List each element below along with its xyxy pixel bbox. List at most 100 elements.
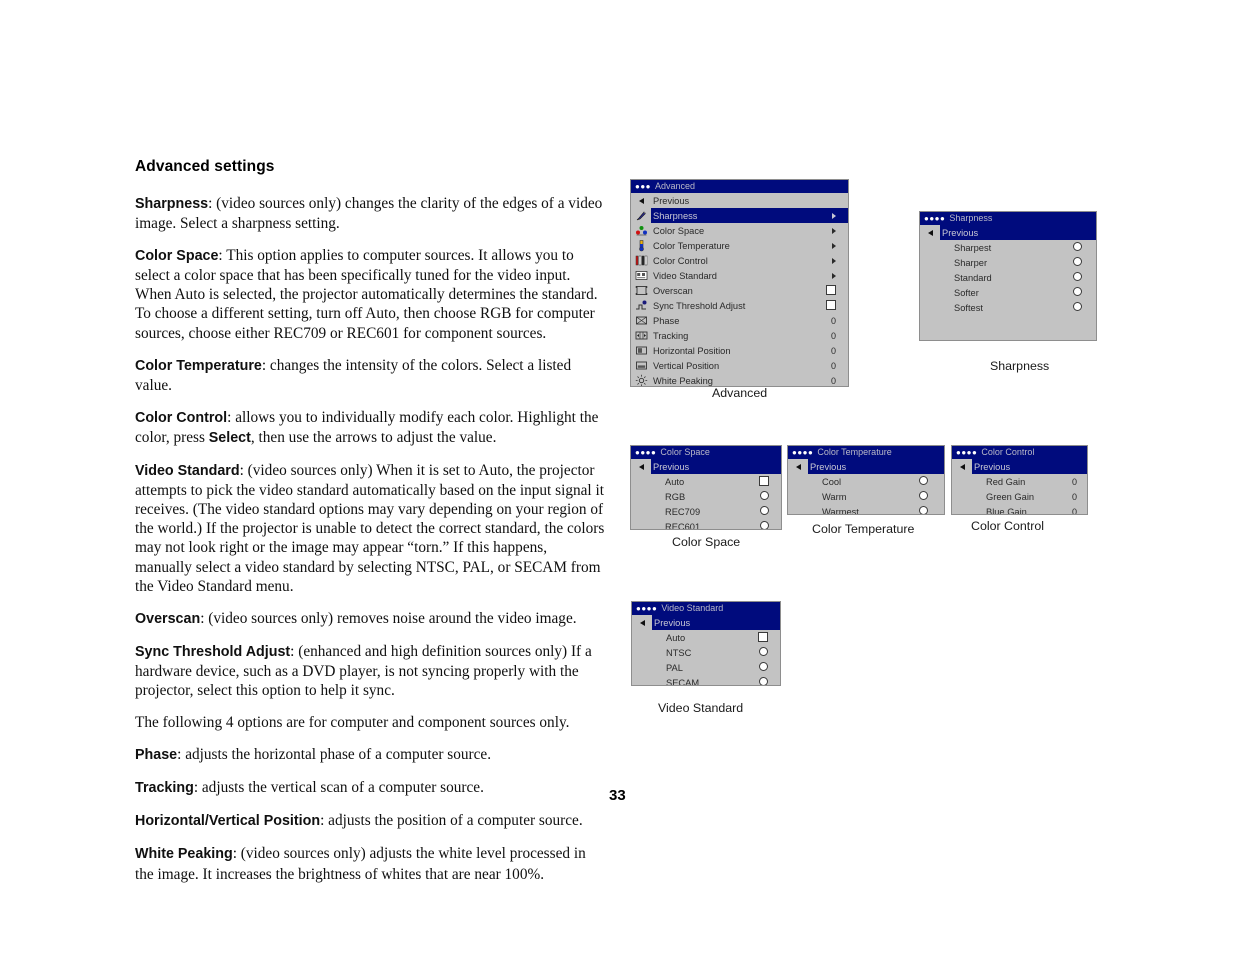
menu-item-auto[interactable]: Auto [631, 474, 781, 489]
radio-button[interactable] [1073, 287, 1082, 296]
menu-item-cool[interactable]: Cool [788, 474, 944, 489]
menu-item-phase[interactable]: Phase 0 [631, 313, 848, 328]
term: Sharpness [135, 196, 209, 212]
menu-item-standard[interactable]: Standard [920, 270, 1096, 285]
checkbox[interactable] [826, 299, 836, 310]
submenu-arrow-icon [832, 227, 836, 234]
paragraph: White Peaking: (video sources only) adju… [135, 845, 586, 883]
icon-spacer [631, 504, 651, 519]
osd-menu-advanced[interactable]: ●●● Advanced Previous Sharpness Color Spa… [630, 179, 849, 387]
menu-item-control [832, 271, 848, 281]
value-text: 0 [830, 330, 836, 341]
radio-button[interactable] [919, 506, 928, 514]
previous-arrow-icon [920, 225, 940, 240]
value-text: 0 [830, 360, 836, 371]
color-control-icon [631, 253, 651, 268]
term: Select [208, 429, 251, 446]
submenu-arrow-icon [832, 212, 836, 219]
paragraph: Video Standard: (video sources only) Whe… [135, 462, 605, 595]
menu-item-control [1073, 242, 1096, 253]
menu-item-warm[interactable]: Warm [788, 489, 944, 504]
radio-button[interactable] [760, 491, 769, 500]
menu-item-sharper[interactable]: Sharper [920, 255, 1096, 270]
previous-arrow-icon [788, 459, 808, 474]
paragraph: Overscan: (video sources only) removes n… [135, 609, 577, 627]
radio-button[interactable] [760, 521, 769, 529]
menu-item-blue-gain[interactable]: Blue Gain 0 [952, 504, 1087, 515]
menu-item-overscan[interactable]: Overscan [631, 283, 848, 298]
menu-item-sharpness[interactable]: Sharpness [631, 208, 848, 223]
value-text: 0 [1071, 476, 1077, 487]
radio-button[interactable] [1073, 257, 1082, 266]
icon-spacer [952, 504, 972, 514]
radio-button[interactable] [1073, 242, 1082, 251]
menu-item-horizontal-position[interactable]: Horizontal Position 0 [631, 343, 848, 358]
menu-item-label: Cool [822, 476, 842, 487]
radio-button[interactable] [1073, 302, 1082, 311]
menu-item-pal[interactable]: PAL [632, 660, 780, 675]
radio-button[interactable] [759, 677, 768, 685]
checkbox[interactable] [758, 631, 768, 642]
menu-item-color-control[interactable]: Color Control [631, 253, 848, 268]
menu-item-softest[interactable]: Softest [920, 300, 1096, 315]
menu-item-warmest[interactable]: Warmest [788, 504, 944, 514]
osd-menu-video-standard[interactable]: ●●●● Video Standard Previous Auto NTSC PAL… [631, 601, 781, 686]
osd-menu-sharpness[interactable]: ●●●● Sharpness Previous Sharpest Sharper S… [919, 211, 1097, 341]
menu-item-color-temperature[interactable]: Color Temperature [631, 238, 848, 253]
menu-item-control [1073, 272, 1096, 283]
menu-item-vertical-position[interactable]: Vertical Position 0 [631, 358, 848, 373]
video-standard-icon [631, 268, 651, 283]
menu-item-video-standard[interactable]: Video Standard [631, 268, 848, 283]
osd-menu-color-space[interactable]: ●●●● Color Space Previous Auto RGB REC709 R… [630, 445, 782, 530]
menu-title-label: Advanced [655, 181, 696, 191]
menu-item-previous[interactable]: Previous [920, 225, 1096, 240]
menu-level-dots: ●●●● [635, 448, 657, 457]
menu-title-label: Color Control [981, 447, 1035, 457]
menu-item-control [826, 284, 848, 297]
menu-item-previous[interactable]: Previous [952, 459, 1087, 474]
icon-spacer [632, 630, 652, 645]
osd-menu-color-control[interactable]: ●●●● Color Control Previous Red Gain 0 Gre… [951, 445, 1088, 515]
menu-item-rec709[interactable]: REC709 [631, 504, 781, 519]
icon-spacer [631, 519, 651, 529]
menu-item-secam[interactable]: SECAM [632, 675, 780, 686]
caption-advanced: Advanced [712, 386, 768, 400]
menu-item-tracking[interactable]: Tracking 0 [631, 328, 848, 343]
checkbox[interactable] [759, 475, 769, 486]
menu-item-control [760, 506, 781, 517]
menu-item-auto[interactable]: Auto [632, 630, 780, 645]
menu-item-control [919, 476, 944, 487]
menu-item-green-gain[interactable]: Green Gain 0 [952, 489, 1087, 504]
radio-button[interactable] [759, 662, 768, 671]
menu-item-control: 0 [831, 331, 848, 341]
menu-item-color-space[interactable]: Color Space [631, 223, 848, 238]
menu-item-previous[interactable]: Previous [788, 459, 944, 474]
menu-item-previous[interactable]: Previous [631, 193, 848, 208]
paragraph: The following 4 options are for computer… [135, 714, 570, 732]
sharpness-icon [631, 208, 651, 223]
menu-item-label: SECAM [666, 677, 700, 686]
radio-button[interactable] [919, 491, 928, 500]
menu-item-white-peaking[interactable]: White Peaking 0 [631, 373, 848, 386]
radio-button[interactable] [1073, 272, 1082, 281]
icon-spacer [920, 240, 940, 255]
menu-item-control [1073, 257, 1096, 268]
menu-item-control: 0 [1072, 492, 1087, 502]
menu-item-red-gain[interactable]: Red Gain 0 [952, 474, 1087, 489]
radio-button[interactable] [760, 506, 769, 515]
menu-item-softer[interactable]: Softer [920, 285, 1096, 300]
radio-button[interactable] [919, 476, 928, 485]
paragraph: Horizontal/Vertical Position: adjusts th… [135, 812, 583, 830]
menu-item-previous[interactable]: Previous [632, 615, 780, 630]
menu-item-rgb[interactable]: RGB [631, 489, 781, 504]
radio-button[interactable] [759, 647, 768, 656]
menu-item-previous[interactable]: Previous [631, 459, 781, 474]
menu-level-dots: ●●●● [636, 604, 658, 613]
paragraph: Color Space: This option applies to comp… [135, 247, 598, 342]
menu-item-sharpest[interactable]: Sharpest [920, 240, 1096, 255]
checkbox[interactable] [826, 284, 836, 295]
menu-item-sync-threshold-adjust[interactable]: Sync Threshold Adjust [631, 298, 848, 313]
menu-item-rec601[interactable]: REC601 [631, 519, 781, 529]
osd-menu-color-temperature[interactable]: ●●●● Color Temperature Previous Cool Warm… [787, 445, 945, 515]
menu-item-ntsc[interactable]: NTSC [632, 645, 780, 660]
